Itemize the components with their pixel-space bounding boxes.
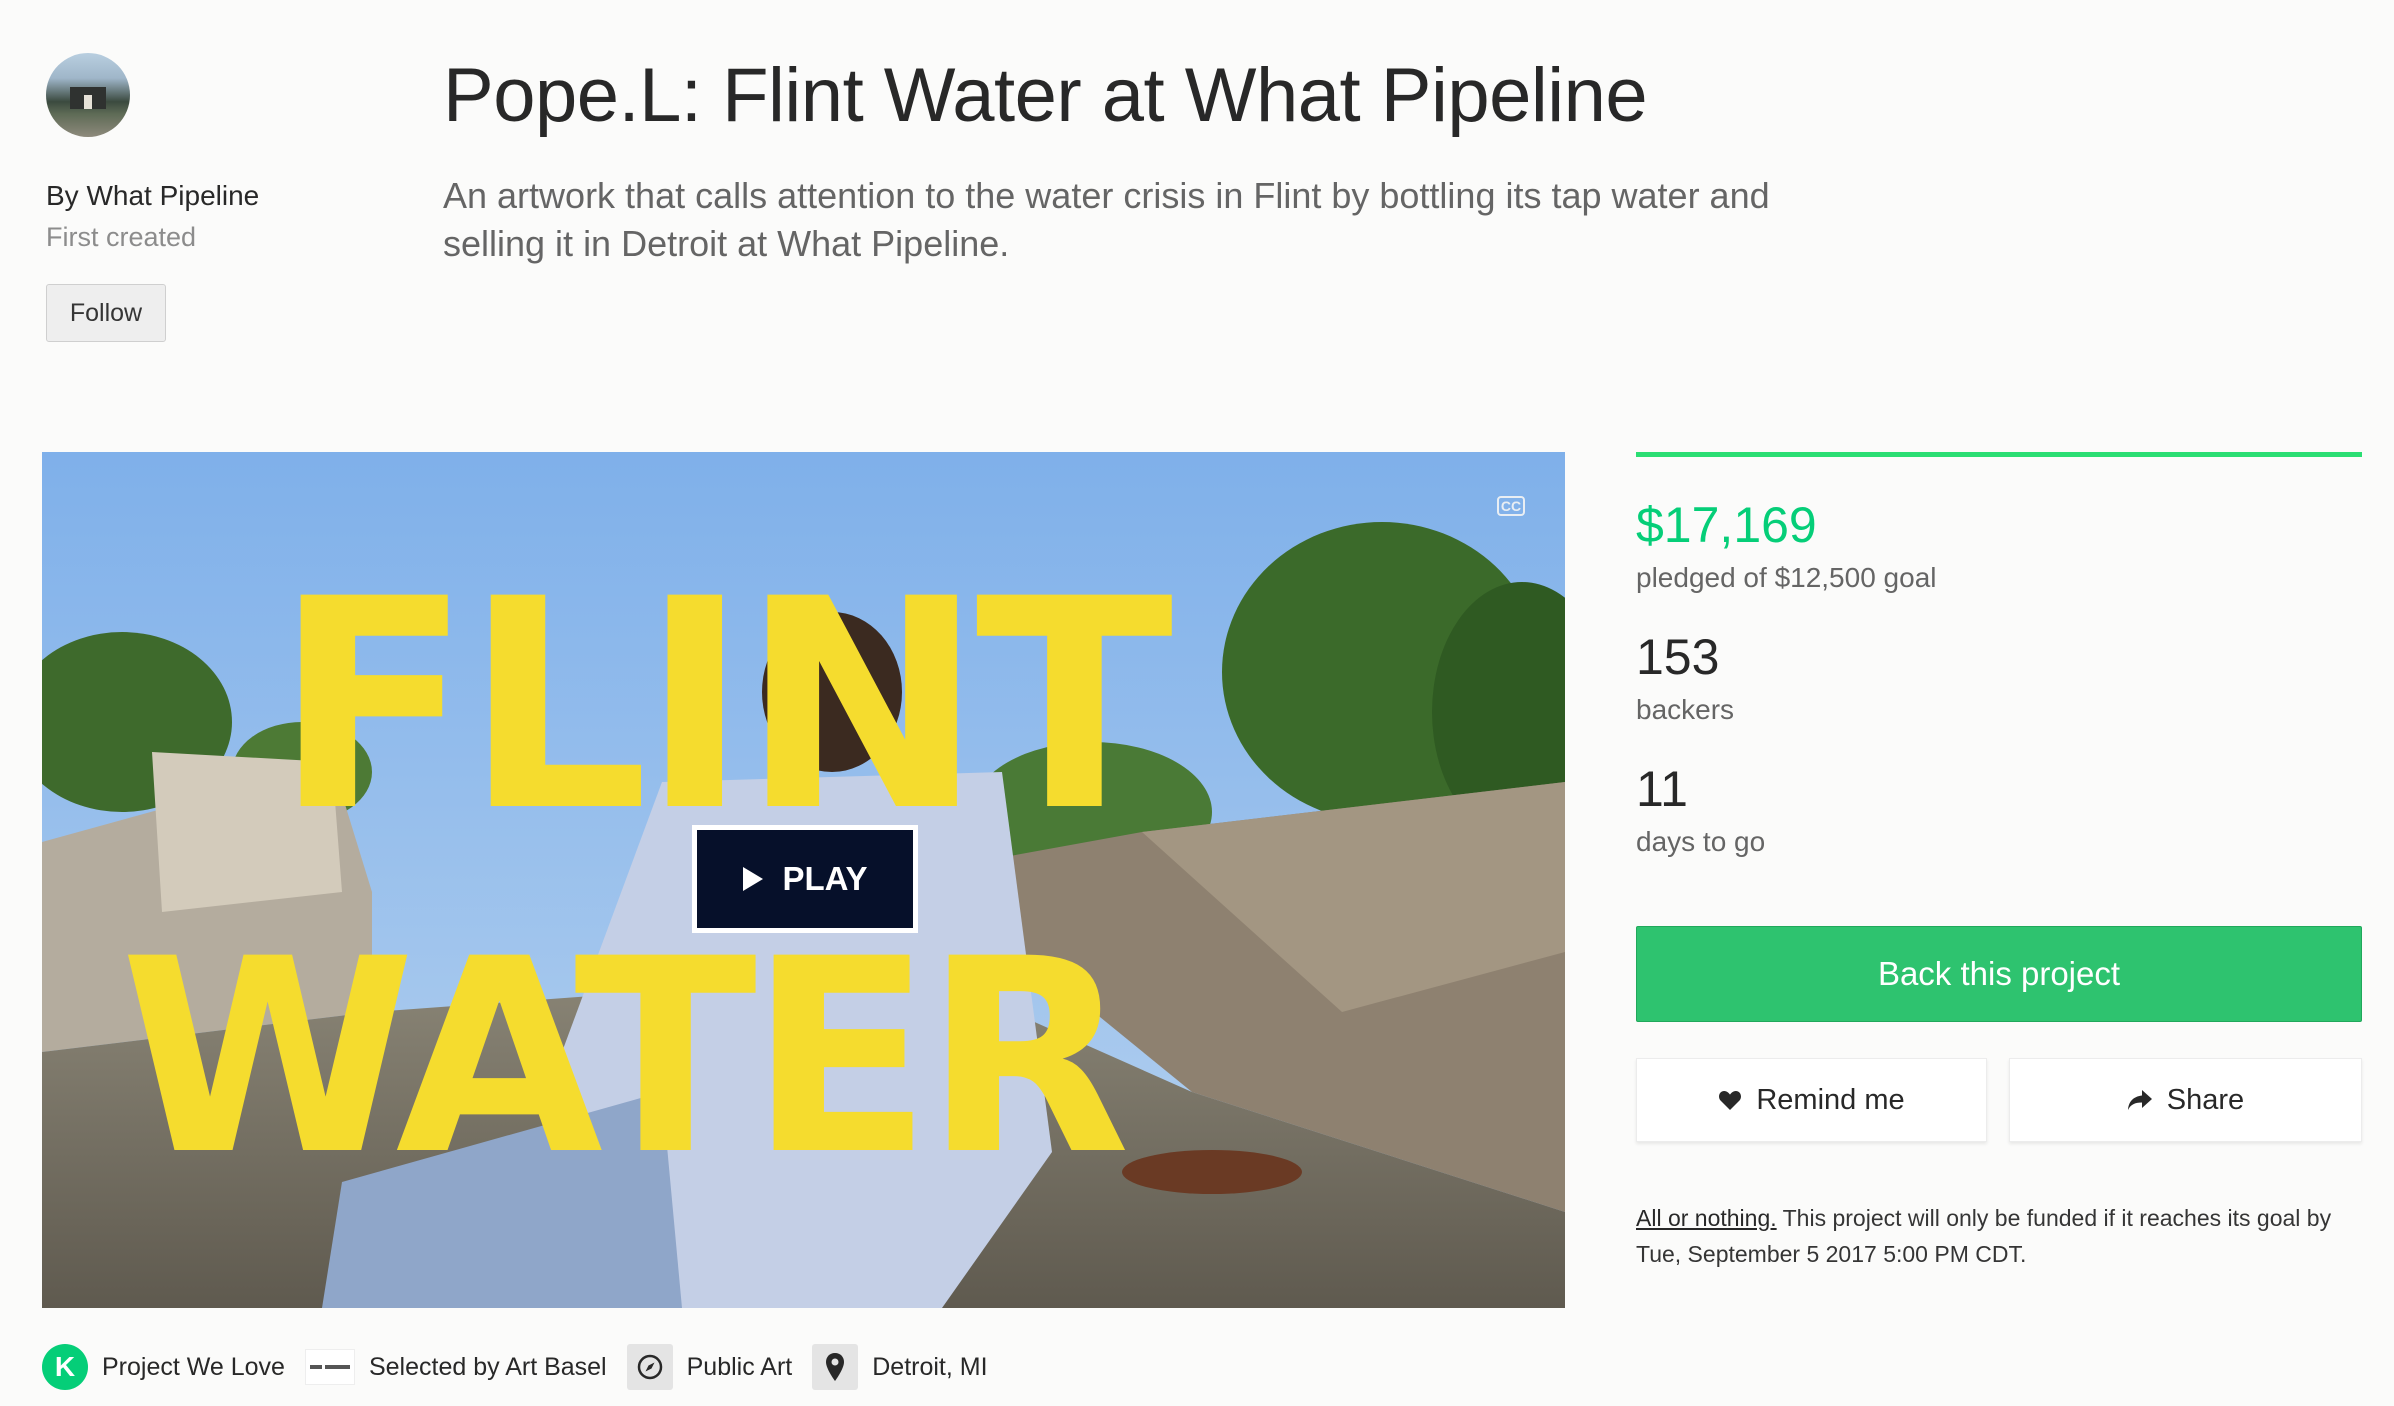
heart-icon xyxy=(1718,1089,1742,1111)
pledged-amount: $17,169 xyxy=(1636,497,1817,553)
tag-location[interactable]: Detroit, MI xyxy=(812,1344,988,1390)
location-label: Detroit, MI xyxy=(872,1352,988,1381)
project-title: Pope.L: Flint Water at What Pipeline xyxy=(443,53,1648,138)
video-overlay-flint: FLINT xyxy=(274,538,1173,875)
video-overlay-water: WATER xyxy=(120,902,1130,1214)
selected-by-prefix: Selected by xyxy=(368,1352,500,1381)
video-play-button[interactable]: PLAY xyxy=(692,825,918,933)
creator-subtitle: First created xyxy=(46,222,197,252)
back-this-project-button[interactable]: Back this project xyxy=(1636,926,2362,1022)
remind-me-button[interactable]: Remind me xyxy=(1636,1058,1987,1142)
project-we-love-label: Project We Love xyxy=(102,1352,285,1381)
share-arrow-icon xyxy=(2127,1089,2153,1111)
follow-button[interactable]: Follow xyxy=(46,284,166,342)
project-blurb: An artwork that calls attention to the w… xyxy=(443,175,1770,264)
project-video[interactable]: FLINT WATER CC PLAY xyxy=(42,452,1565,1308)
funding-progress-fill xyxy=(1636,452,2362,457)
category-label: Public Art xyxy=(686,1352,793,1381)
closed-captions-icon[interactable]: CC xyxy=(1497,496,1525,516)
remind-me-label: Remind me xyxy=(1756,1083,1905,1116)
creator-avatar[interactable] xyxy=(46,53,130,137)
tag-category[interactable]: Public Art xyxy=(626,1344,793,1390)
tag-project-we-love[interactable]: K Project We Love xyxy=(42,1344,285,1390)
compass-icon xyxy=(626,1344,673,1390)
tag-selected-by[interactable]: Selected by Art Basel xyxy=(304,1349,607,1385)
days-remaining-label: days to go xyxy=(1636,826,1766,857)
share-button[interactable]: Share xyxy=(2009,1058,2362,1142)
location-pin-icon xyxy=(812,1344,859,1390)
backers-count: 153 xyxy=(1636,629,1720,685)
selected-by-name: Art Basel xyxy=(505,1352,607,1381)
pledged-goal-text: pledged of $12,500 goal xyxy=(1636,562,1937,593)
art-basel-logo-icon xyxy=(304,1349,355,1385)
creator-byline: By What Pipeline xyxy=(46,180,259,212)
all-or-nothing-link[interactable]: All or nothing. xyxy=(1636,1205,1777,1231)
kickstarter-k-icon: K xyxy=(42,1344,88,1390)
creator-name-link[interactable]: What Pipeline xyxy=(86,180,259,211)
days-remaining: 11 xyxy=(1636,761,1688,817)
play-label: PLAY xyxy=(782,860,868,897)
avatar-door xyxy=(84,95,92,109)
funding-progress-bar xyxy=(1636,452,2362,457)
play-icon xyxy=(742,867,763,891)
share-label: Share xyxy=(2166,1083,2245,1116)
project-tags-row: K Project We Love Selected by Art Basel … xyxy=(42,1340,1008,1394)
backers-label: backers xyxy=(1636,694,1735,725)
creator-by-prefix: By xyxy=(46,180,79,211)
selected-by-label: Selected by Art Basel xyxy=(369,1353,607,1382)
funding-terms-note: All or nothing. This project will only b… xyxy=(1636,1200,2356,1272)
